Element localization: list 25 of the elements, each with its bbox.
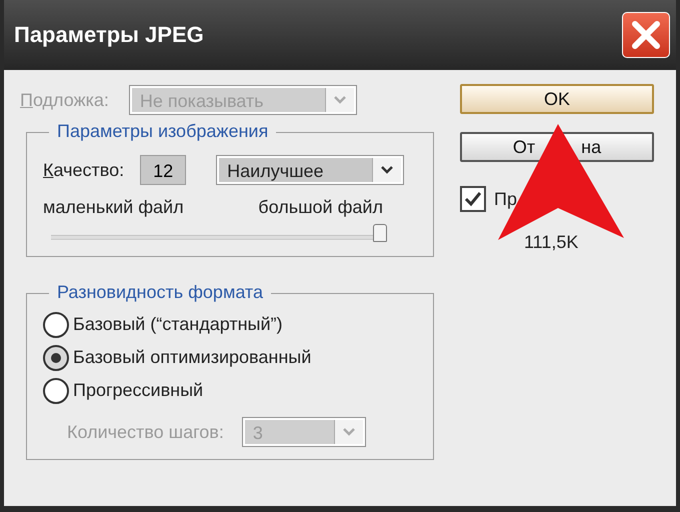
scans-label: Количество шагов:	[67, 422, 224, 442]
radio-button[interactable]	[43, 344, 69, 370]
close-icon	[631, 20, 661, 50]
file-size-text: 111,5K	[524, 232, 580, 253]
small-file-label: маленький файл	[43, 197, 184, 218]
quality-dropdown[interactable]: Наилучшее	[216, 155, 404, 185]
quality-label: Качество:	[43, 160, 124, 180]
matte-label: Подложка:	[20, 90, 109, 110]
radio-label: Базовый (“стандартный”)	[73, 314, 283, 335]
radio-button[interactable]	[43, 378, 69, 404]
preview-checkbox[interactable]	[460, 186, 486, 212]
dialog-button[interactable]: OK	[460, 84, 654, 114]
window-title: Параметры JPEG	[14, 22, 204, 48]
slider-thumb[interactable]	[373, 224, 387, 242]
large-file-label: большой файл	[258, 197, 383, 218]
radio-label: Прогрессивный	[73, 380, 204, 401]
radio-button[interactable]	[43, 312, 69, 338]
quality-field[interactable]: 12	[140, 155, 186, 185]
group-title: Параметры изображения	[49, 121, 276, 142]
close-button[interactable]	[622, 12, 670, 58]
preview-label: Пр	[494, 188, 517, 210]
dropdown-chevron-icon[interactable]	[372, 158, 402, 182]
checkmark-icon	[464, 191, 482, 207]
radio-label: Базовый оптимизированный	[73, 347, 312, 368]
group-title: Разновидность формата	[49, 282, 271, 303]
